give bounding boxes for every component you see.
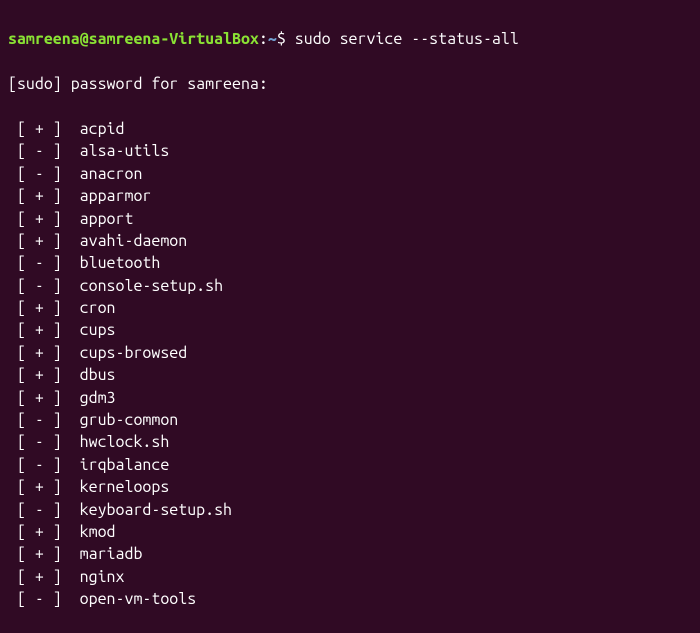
service-row: [ + ] cups-browsed xyxy=(8,342,692,364)
prompt-symbol: $ xyxy=(277,30,286,48)
terminal-window[interactable]: samreena@samreena-VirtualBox:~$ sudo ser… xyxy=(8,6,692,633)
service-row: [ + ] kerneloops xyxy=(8,476,692,498)
service-row: [ + ] nginx xyxy=(8,566,692,588)
service-row: [ - ] console-setup.sh xyxy=(8,275,692,297)
service-row: [ - ] irqbalance xyxy=(8,454,692,476)
prompt-at: @ xyxy=(80,30,89,48)
service-row: [ - ] alsa-utils xyxy=(8,140,692,162)
service-row: [ + ] cups xyxy=(8,319,692,341)
service-row: [ + ] apparmor xyxy=(8,185,692,207)
service-list: [ + ] acpid [ - ] alsa-utils [ - ] anacr… xyxy=(8,118,692,611)
prompt-line: samreena@samreena-VirtualBox:~$ sudo ser… xyxy=(8,28,692,50)
service-row: [ + ] cron xyxy=(8,297,692,319)
prompt-colon: : xyxy=(259,30,268,48)
service-row: [ + ] acpid xyxy=(8,118,692,140)
prompt-user: samreena xyxy=(8,30,80,48)
service-row: [ + ] kmod xyxy=(8,521,692,543)
command-input: sudo service --status-all xyxy=(295,30,519,48)
service-row: [ - ] open-vm-tools xyxy=(8,588,692,610)
command-text xyxy=(286,30,295,48)
service-row: [ - ] keyboard-setup.sh xyxy=(8,499,692,521)
service-row: [ - ] grub-common xyxy=(8,409,692,431)
sudo-password-prompt: [sudo] password for samreena: xyxy=(8,73,692,95)
service-row: [ + ] apport xyxy=(8,208,692,230)
prompt-path: ~ xyxy=(268,30,277,48)
service-row: [ + ] mariadb xyxy=(8,543,692,565)
service-row: [ - ] anacron xyxy=(8,163,692,185)
prompt-host: samreena-VirtualBox xyxy=(89,30,259,48)
service-row: [ - ] bluetooth xyxy=(8,252,692,274)
service-row: [ + ] gdm3 xyxy=(8,387,692,409)
service-row: [ - ] hwclock.sh xyxy=(8,431,692,453)
service-row: [ + ] dbus xyxy=(8,364,692,386)
service-row: [ + ] avahi-daemon xyxy=(8,230,692,252)
